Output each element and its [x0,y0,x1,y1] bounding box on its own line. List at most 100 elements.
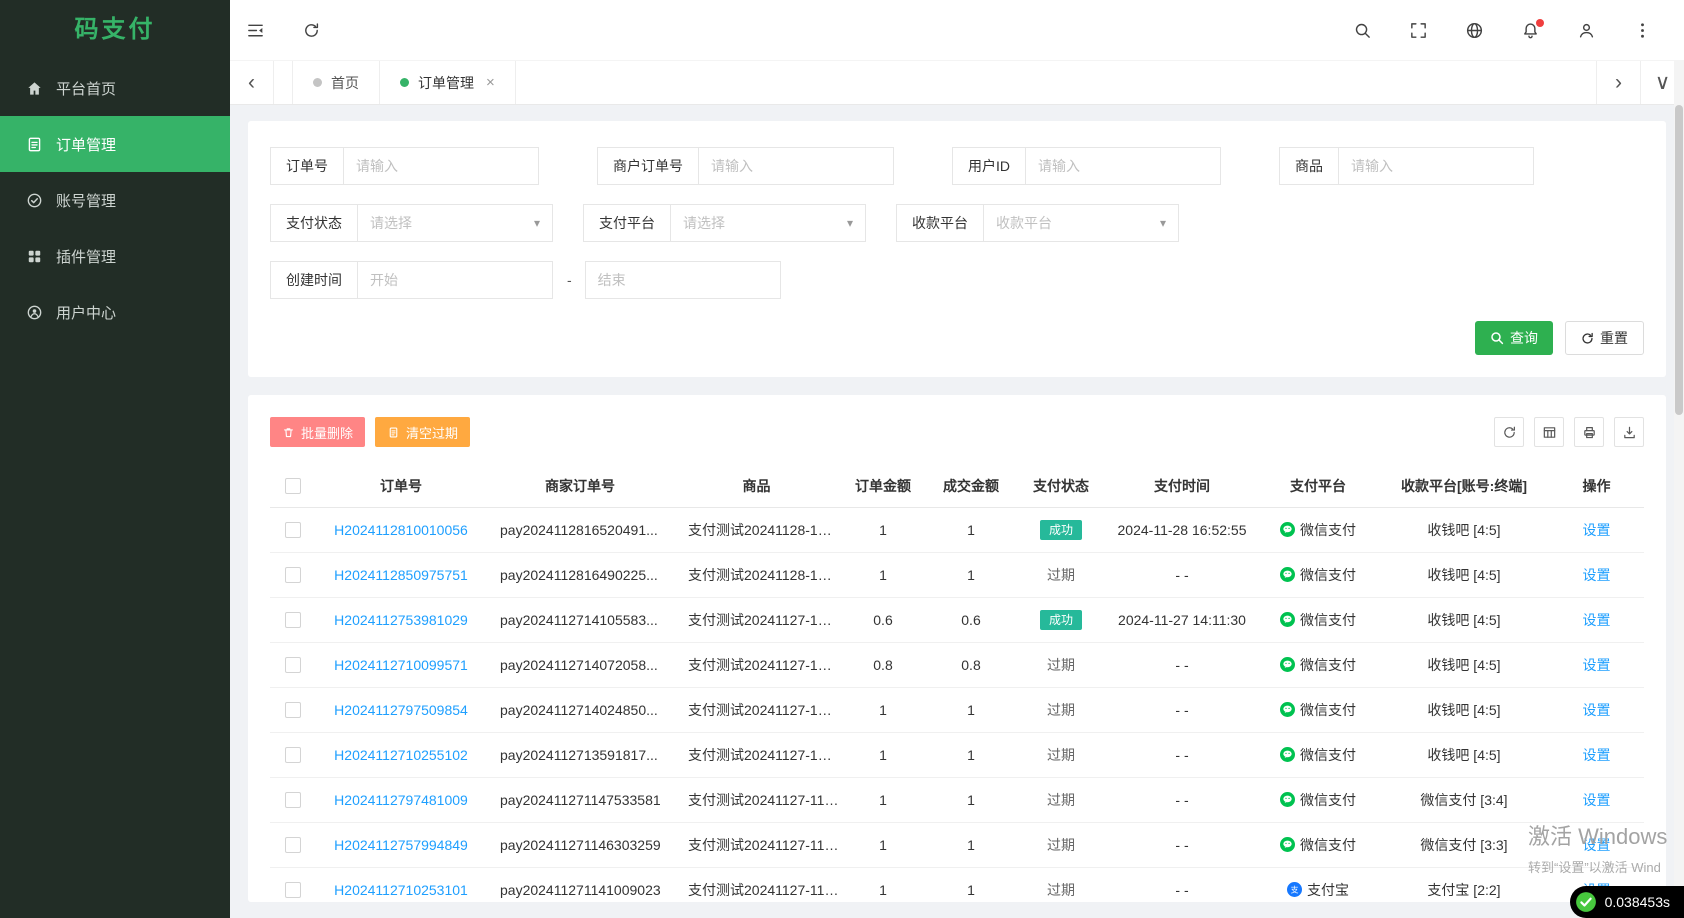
start-date-input[interactable] [357,261,553,299]
row-checkbox[interactable] [285,882,301,899]
payment-platform: 微信支付 [1300,791,1356,808]
order-no-link[interactable]: H2024112797509854 [334,702,468,718]
tabs-scroll-right-icon[interactable]: › [1596,61,1640,104]
tab-bar: ‹ 首页 订单管理 × › ∨ [230,60,1684,105]
order-no-link[interactable]: H2024112710099571 [334,657,468,673]
sidebar-item-orders[interactable]: 订单管理 [0,116,230,172]
table-row: H2024112710253101 pay202411271141009023 … [270,867,1644,902]
settings-link[interactable]: 设置 [1583,657,1611,673]
settings-link[interactable]: 设置 [1583,612,1611,628]
filter-user-id: 用户ID [952,147,1221,185]
row-checkbox[interactable] [285,567,301,584]
payment-platform-icon: 支 [1280,791,1295,807]
sidebar-item-home[interactable]: 平台首页 [0,60,230,116]
row-checkbox[interactable] [285,792,301,809]
scrollbar-thumb[interactable] [1675,105,1683,415]
settings-link[interactable]: 设置 [1583,567,1611,583]
column-header: 支付平台 [1257,465,1379,508]
payment-platform-icon: 支 [1287,881,1302,897]
export-icon[interactable] [1614,417,1644,447]
fullscreen-icon[interactable] [1409,21,1428,40]
search-button[interactable]: 查询 [1475,321,1553,355]
table-row: H2024112850975751 pay2024112816490225...… [270,552,1644,598]
more-icon[interactable] [1633,21,1652,40]
batch-delete-button[interactable]: 批量删除 [270,417,366,447]
select-all-checkbox[interactable] [285,478,301,495]
column-header: 订单金额 [839,465,927,508]
settings-link[interactable]: 设置 [1583,522,1611,538]
status-badge: 过期 [1047,791,1075,808]
row-checkbox[interactable] [285,747,301,764]
row-checkbox[interactable] [285,702,301,719]
order-no-link[interactable]: H2024112757994849 [334,837,468,853]
settings-link[interactable]: 设置 [1583,747,1611,763]
receive-platform: 微信支付 [3:4] [1379,777,1549,823]
paid-amount: 1 [927,552,1015,598]
pay-time: 2024-11-27 14:11:30 [1107,597,1257,643]
user-icon[interactable] [1577,21,1596,40]
status-badge: 成功 [1039,520,1082,540]
table-row: H2024112753981029 pay2024112714105583...… [270,597,1644,643]
payment-platform: 微信支付 [1300,566,1356,583]
paid-amount: 1 [927,777,1015,823]
status-badge: 成功 [1039,610,1082,630]
row-checkbox[interactable] [285,612,301,629]
payment-platform: 微信支付 [1300,521,1356,538]
filter-label: 商品 [1279,147,1339,185]
order-no-link[interactable]: H2024112710253101 [334,882,468,898]
payment-platform-icon: 支 [1280,521,1295,537]
timer-value: 0.038453s [1604,894,1670,910]
search-icon[interactable] [1353,21,1372,40]
order-no-input[interactable] [343,147,539,185]
clear-expired-button[interactable]: 清空过期 [375,417,471,447]
pay-status-select[interactable]: 请选择 ▾ [357,204,553,242]
tab-order-management[interactable]: 订单管理 × [380,61,516,104]
row-checkbox[interactable] [285,837,301,854]
product-name: 支付测试20241127-140... [688,701,839,718]
chevron-down-icon: ▾ [846,216,853,230]
merchant-order-no-input[interactable] [698,147,894,185]
user-id-input[interactable] [1025,147,1221,185]
page-scrollbar[interactable] [1674,60,1684,918]
payment-platform: 微信支付 [1300,701,1356,718]
settings-link[interactable]: 设置 [1583,792,1611,808]
globe-icon[interactable] [1465,21,1484,40]
sidebar: 码支付 平台首页 订单管理 账号管理 插件管理 用户中心 [0,0,230,918]
settings-link[interactable]: 设置 [1583,837,1611,853]
tab-close-icon[interactable]: × [486,74,495,91]
order-no-link[interactable]: H2024112797481009 [334,792,468,808]
print-icon[interactable] [1574,417,1604,447]
column-header: 商家订单号 [486,465,674,508]
end-date-input[interactable] [584,261,781,299]
sidebar-item-accounts[interactable]: 账号管理 [0,172,230,228]
chevron-down-icon: ▾ [1159,216,1166,230]
pay-platform-select[interactable]: 请选择 ▾ [670,204,866,242]
status-badge: 过期 [1047,881,1075,898]
order-no-link[interactable]: H2024112753981029 [334,612,468,628]
payment-platform: 微信支付 [1300,611,1356,628]
tabs-scroll-left-icon[interactable]: ‹ [230,61,274,104]
row-checkbox[interactable] [285,657,301,674]
order-no-link[interactable]: H2024112710255102 [334,747,468,763]
select-placeholder: 请选择 [370,215,412,231]
bell-icon[interactable] [1521,18,1544,40]
status-badge: 过期 [1047,656,1075,673]
refresh-table-icon[interactable] [1494,417,1524,447]
notification-badge [1536,18,1544,27]
row-checkbox[interactable] [285,522,301,539]
order-no-link[interactable]: H2024112850975751 [334,567,468,583]
product-input[interactable] [1338,147,1534,185]
sidebar-item-plugins[interactable]: 插件管理 [0,228,230,284]
order-amount: 1 [839,777,927,823]
settings-link[interactable]: 设置 [1583,702,1611,718]
app-logo: 码支付 [74,16,156,43]
refresh-icon[interactable] [302,21,321,40]
reset-button[interactable]: 重置 [1565,321,1644,355]
pay-time: - - [1107,777,1257,823]
tab-home[interactable]: 首页 [292,61,380,104]
receive-platform-select[interactable]: 收款平台 ▾ [983,204,1179,242]
sidebar-item-user-center[interactable]: 用户中心 [0,284,230,340]
collapse-menu-icon[interactable] [246,21,265,40]
order-no-link[interactable]: H2024112810010056 [334,522,468,538]
columns-icon[interactable] [1534,417,1564,447]
